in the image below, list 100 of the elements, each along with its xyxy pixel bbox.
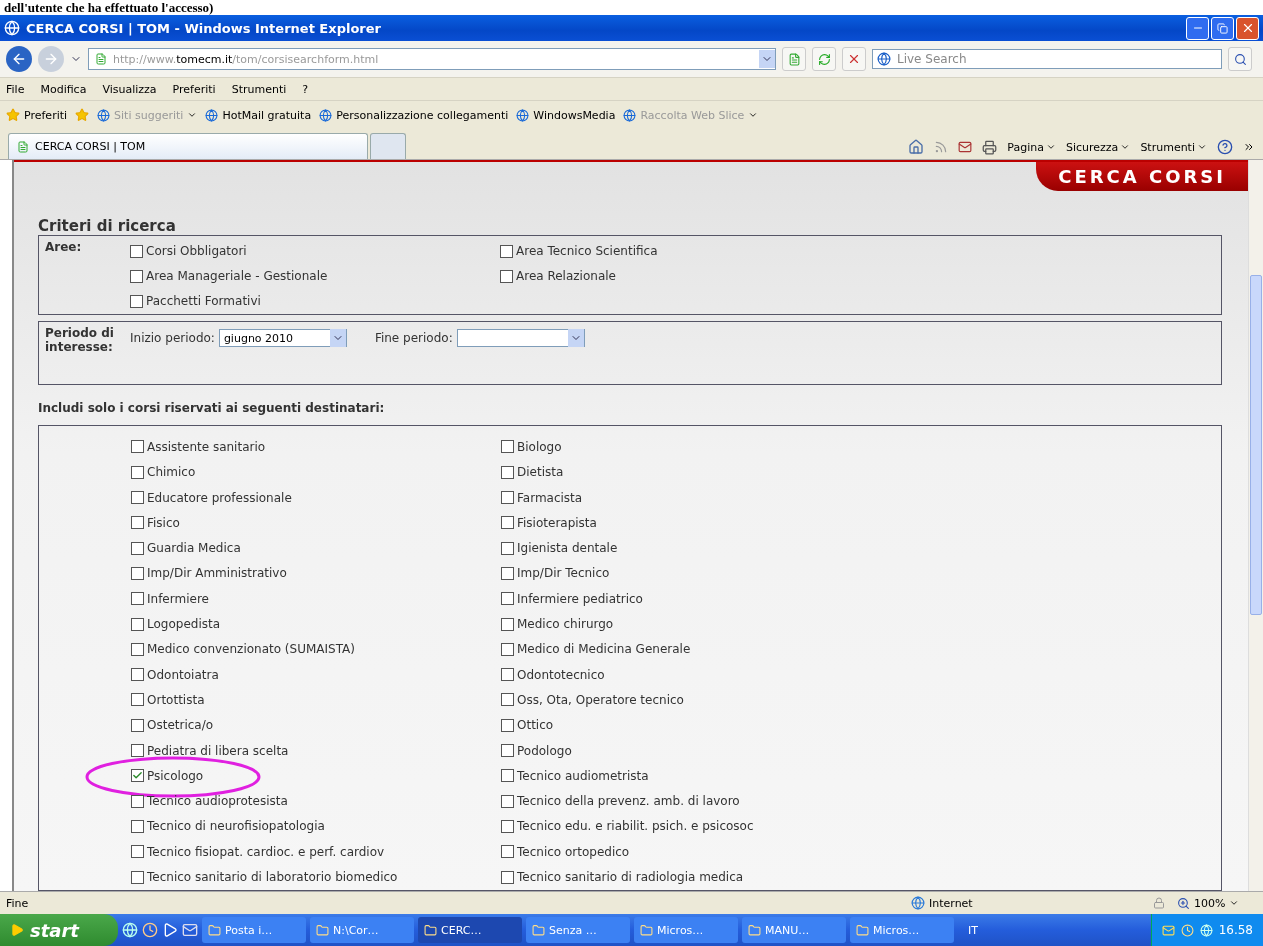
checkbox-option[interactable]: Logopedista bbox=[131, 615, 221, 633]
checkbox-option[interactable]: Biologo bbox=[501, 438, 562, 456]
command-menu[interactable]: Strumenti bbox=[1140, 140, 1207, 154]
close-button[interactable] bbox=[1236, 16, 1259, 40]
checkbox-option[interactable]: Oss, Ota, Operatore tecnico bbox=[501, 690, 684, 709]
checkbox[interactable] bbox=[501, 617, 514, 631]
taskbar-button[interactable]: MANU… bbox=[742, 917, 846, 943]
home-icon[interactable] bbox=[908, 139, 925, 155]
checkbox-option[interactable]: Ostetrica/o bbox=[131, 716, 214, 735]
language-indicator[interactable]: IT bbox=[958, 923, 988, 937]
mail-app-icon[interactable] bbox=[182, 922, 198, 938]
checkbox[interactable] bbox=[501, 769, 514, 783]
checkbox-option[interactable]: Imp/Dir Amministrativo bbox=[131, 564, 287, 583]
more-icon[interactable] bbox=[1243, 141, 1255, 153]
checkbox-option[interactable]: Farmacista bbox=[501, 488, 583, 507]
checkbox-option[interactable]: Infermiere pediatrico bbox=[501, 589, 643, 608]
checkbox[interactable] bbox=[130, 294, 143, 308]
checkbox[interactable] bbox=[131, 819, 144, 833]
checkbox-option[interactable]: Tecnico sanitario di radiologia medica bbox=[501, 868, 744, 886]
checkbox-option[interactable]: Ottico bbox=[501, 716, 554, 735]
checkbox[interactable] bbox=[501, 870, 514, 884]
checkbox-option[interactable]: Pediatra di libera scelta bbox=[131, 741, 289, 760]
menu-item[interactable]: Visualizza bbox=[102, 82, 157, 96]
checkbox-option[interactable]: Corsi Obbligatori bbox=[130, 242, 500, 260]
checkbox[interactable] bbox=[131, 668, 144, 682]
checkbox-option[interactable]: Fisico bbox=[131, 513, 180, 532]
restore-button[interactable] bbox=[1211, 16, 1234, 40]
checkbox[interactable] bbox=[131, 465, 144, 479]
checkbox[interactable] bbox=[500, 244, 513, 258]
checkbox-option[interactable]: Odontoiatra bbox=[131, 665, 219, 684]
command-menu[interactable]: Pagina bbox=[1007, 140, 1056, 154]
refresh-button[interactable] bbox=[812, 47, 836, 71]
checkbox-option[interactable]: Igienista dentale bbox=[501, 539, 618, 558]
checkbox-option[interactable]: Podologo bbox=[501, 741, 572, 760]
checkbox[interactable] bbox=[130, 244, 143, 258]
checkbox[interactable] bbox=[501, 794, 514, 808]
checkbox-option[interactable]: Tecnico audiometrista bbox=[501, 766, 649, 785]
command-menu[interactable]: Sicurezza bbox=[1065, 140, 1131, 154]
start-button[interactable]: start bbox=[0, 914, 118, 946]
menu-item[interactable]: Modifica bbox=[40, 82, 87, 96]
checkbox[interactable] bbox=[130, 269, 143, 283]
favorites-link[interactable]: WindowsMedia bbox=[516, 108, 616, 122]
checkbox-option[interactable]: Pacchetti Formativi bbox=[130, 292, 500, 310]
checkbox-option[interactable]: Area Tecnico Scientifica bbox=[500, 242, 870, 260]
taskbar-button[interactable]: Posta i… bbox=[202, 917, 306, 943]
checkbox-option[interactable]: Odontotecnico bbox=[501, 665, 605, 684]
start-period-select[interactable]: giugno 2010 bbox=[218, 329, 347, 347]
checkbox[interactable] bbox=[131, 541, 144, 555]
zoom-control[interactable]: 100% bbox=[1171, 896, 1263, 910]
taskbar-button[interactable]: Micros… bbox=[850, 917, 954, 943]
favorites-button[interactable]: Preferiti bbox=[6, 108, 68, 122]
search-field[interactable]: Live Search bbox=[872, 49, 1222, 69]
checkbox[interactable] bbox=[131, 845, 144, 859]
checkbox[interactable] bbox=[131, 642, 144, 656]
checkbox[interactable] bbox=[131, 693, 144, 707]
media-icon[interactable] bbox=[162, 922, 178, 938]
back-button[interactable] bbox=[6, 46, 32, 72]
dropdown-button[interactable] bbox=[567, 329, 584, 347]
checkbox-option[interactable]: Guardia Medica bbox=[131, 539, 241, 558]
checkbox[interactable] bbox=[131, 440, 144, 454]
checkbox-option[interactable]: Educatore professionale bbox=[131, 488, 292, 507]
checkbox[interactable] bbox=[501, 541, 514, 555]
checkbox[interactable] bbox=[501, 465, 514, 479]
checkbox-option[interactable]: Chimico bbox=[131, 463, 196, 482]
checkbox[interactable] bbox=[131, 718, 144, 732]
browser-icon[interactable] bbox=[122, 922, 138, 938]
checkbox[interactable] bbox=[501, 819, 514, 833]
checkbox-option[interactable]: Tecnico ortopedico bbox=[501, 842, 630, 861]
minimize-button[interactable] bbox=[1186, 16, 1209, 40]
checkbox-option[interactable]: Tecnico di neurofisiopatologia bbox=[131, 817, 325, 836]
checkbox[interactable] bbox=[501, 845, 514, 859]
checkbox[interactable] bbox=[501, 668, 514, 682]
address-field[interactable]: http://www.tomecm.it/tom/corsisearchform.html bbox=[88, 48, 776, 70]
checkbox-option[interactable]: Area Relazionale bbox=[500, 267, 870, 285]
taskbar-button[interactable]: Micros… bbox=[634, 917, 738, 943]
checkbox[interactable] bbox=[131, 870, 144, 884]
checkbox-option[interactable]: Fisioterapista bbox=[501, 513, 597, 532]
checkbox[interactable] bbox=[131, 769, 144, 783]
checkbox[interactable] bbox=[501, 718, 514, 732]
menu-item[interactable]: Strumenti bbox=[231, 82, 287, 96]
favorites-link[interactable]: Personalizzazione collegamenti bbox=[319, 108, 509, 122]
dropdown-button[interactable] bbox=[329, 329, 346, 347]
checkbox[interactable] bbox=[501, 516, 514, 530]
browser-tab[interactable]: CERCA CORSI | TOM bbox=[8, 133, 368, 159]
checkbox-option[interactable]: Psicologo bbox=[131, 766, 204, 785]
taskbar-button[interactable]: N:\Cor… bbox=[310, 917, 414, 943]
checkbox[interactable] bbox=[131, 592, 144, 606]
checkbox[interactable] bbox=[501, 642, 514, 656]
checkbox-option[interactable]: Imp/Dir Tecnico bbox=[501, 564, 610, 583]
checkbox[interactable] bbox=[500, 269, 513, 283]
checkbox-option[interactable]: Tecnico edu. e riabilit. psich. e psicosoc bbox=[501, 817, 754, 836]
taskbar-button[interactable]: Senza … bbox=[526, 917, 630, 943]
checkbox-option[interactable]: Medico chirurgo bbox=[501, 615, 614, 633]
taskbar-button[interactable]: CERC… bbox=[418, 917, 522, 943]
search-button[interactable] bbox=[1228, 47, 1252, 71]
menu-item[interactable]: File bbox=[6, 82, 25, 96]
checkbox[interactable] bbox=[131, 491, 144, 505]
menu-item[interactable]: ? bbox=[302, 82, 309, 96]
checkbox-option[interactable]: Tecnico sanitario di laboratorio biomedico bbox=[131, 868, 398, 886]
checkbox-option[interactable]: Area Manageriale - Gestionale bbox=[130, 267, 500, 285]
